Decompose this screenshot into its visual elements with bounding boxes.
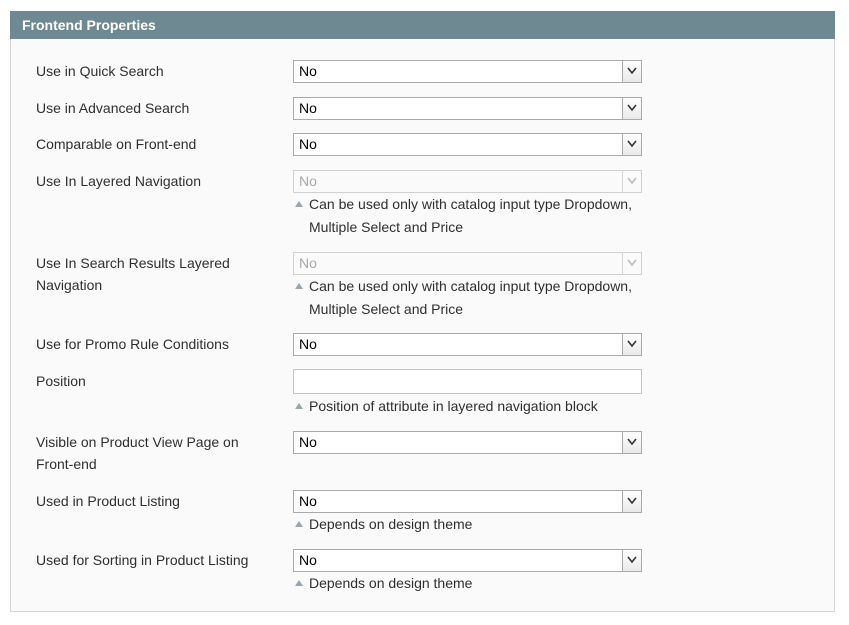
- label-product-listing: Used in Product Listing: [36, 493, 180, 509]
- chevron-down-icon: [622, 171, 641, 192]
- chevron-down-icon[interactable]: [622, 134, 641, 155]
- label-search-layered-nav: Use In Search Results Layered Navigation: [36, 255, 230, 293]
- label-layered-nav: Use In Layered Navigation: [36, 173, 201, 189]
- visible-product-view-value: No: [299, 434, 317, 450]
- quick-search-value: No: [299, 63, 317, 79]
- product-listing-value: No: [299, 493, 317, 509]
- chevron-down-icon[interactable]: [622, 432, 641, 453]
- label-quick-search: Use in Quick Search: [36, 63, 164, 79]
- chevron-down-icon[interactable]: [622, 334, 641, 355]
- sorting-listing-select[interactable]: No: [293, 549, 642, 572]
- quick-search-select[interactable]: No: [293, 60, 642, 83]
- chevron-down-icon: [622, 253, 641, 274]
- position-note: Position of attribute in layered navigat…: [295, 395, 655, 418]
- label-advanced-search: Use in Advanced Search: [36, 100, 190, 116]
- fieldset-title: Frontend Properties: [10, 11, 835, 39]
- chevron-down-icon[interactable]: [622, 550, 641, 571]
- promo-rule-value: No: [299, 336, 317, 352]
- triangle-up-icon: [295, 201, 303, 207]
- sorting-listing-note-text: Depends on design theme: [309, 575, 473, 591]
- visible-product-view-select[interactable]: No: [293, 431, 642, 454]
- comparable-select[interactable]: No: [293, 133, 642, 156]
- label-promo-rule: Use for Promo Rule Conditions: [36, 336, 229, 352]
- sorting-listing-note: Depends on design theme: [295, 572, 655, 595]
- sorting-listing-value: No: [299, 552, 317, 568]
- product-listing-note: Depends on design theme: [295, 513, 655, 536]
- chevron-down-icon[interactable]: [622, 98, 641, 119]
- layered-nav-note-text: Can be used only with catalog input type…: [309, 196, 632, 235]
- search-layered-nav-select: No: [293, 252, 642, 275]
- frontend-properties-fieldset: Frontend Properties Use in Quick Search …: [10, 11, 835, 612]
- triangle-up-icon: [295, 580, 303, 586]
- triangle-up-icon: [295, 521, 303, 527]
- label-sorting-listing: Used for Sorting in Product Listing: [36, 552, 249, 568]
- advanced-search-value: No: [299, 100, 317, 116]
- label-position: Position: [36, 373, 86, 389]
- comparable-value: No: [299, 136, 317, 152]
- search-layered-nav-value: No: [299, 255, 317, 271]
- label-comparable: Comparable on Front-end: [36, 136, 197, 152]
- product-listing-note-text: Depends on design theme: [309, 516, 473, 532]
- advanced-search-select[interactable]: No: [293, 97, 642, 120]
- position-note-text: Position of attribute in layered navigat…: [309, 398, 598, 414]
- promo-rule-select[interactable]: No: [293, 333, 642, 356]
- triangle-up-icon: [295, 283, 303, 289]
- layered-nav-value: No: [299, 173, 317, 189]
- chevron-down-icon[interactable]: [622, 61, 641, 82]
- layered-nav-select: No: [293, 170, 642, 193]
- position-input[interactable]: [293, 369, 642, 394]
- search-layered-nav-note: Can be used only with catalog input type…: [295, 275, 655, 321]
- triangle-up-icon: [295, 403, 303, 409]
- layered-nav-note: Can be used only with catalog input type…: [295, 193, 655, 239]
- product-listing-select[interactable]: No: [293, 490, 642, 513]
- label-visible-product-view: Visible on Product View Page on Front-en…: [36, 434, 239, 472]
- chevron-down-icon[interactable]: [622, 491, 641, 512]
- search-layered-nav-note-text: Can be used only with catalog input type…: [309, 278, 632, 317]
